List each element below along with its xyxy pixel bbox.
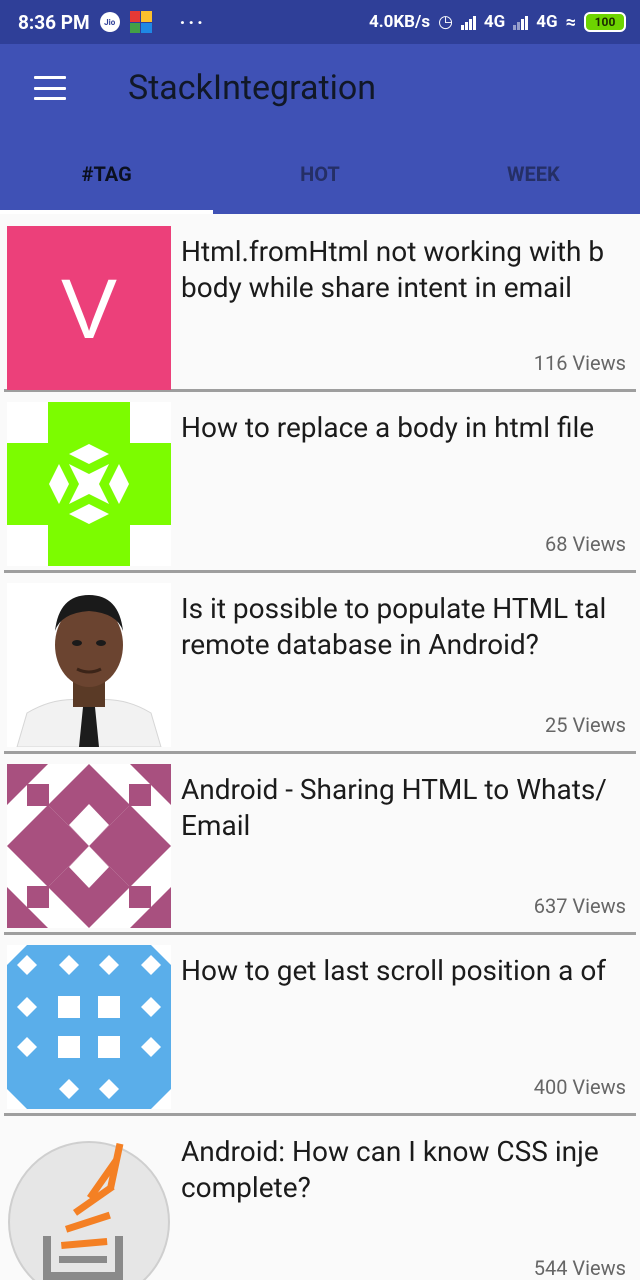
question-row[interactable]: V Html.fromHtml not working with b body …: [4, 214, 636, 392]
view-count: 25 Views: [545, 713, 626, 737]
tab-tag[interactable]: #TAG: [0, 152, 214, 214]
status-bar: 8:36 PM Jio ··· 4.0KB/s ◷ 4G 4G ≈ 100: [0, 0, 640, 44]
svg-text:V: V: [61, 262, 117, 356]
jio-icon: Jio: [99, 12, 120, 32]
battery-icon: 100: [584, 12, 626, 32]
app-notification-icon: [129, 11, 152, 33]
view-count: 116 Views: [533, 351, 626, 375]
alarm-icon: ◷: [438, 12, 453, 32]
network-speed: 4.0KB/s: [368, 12, 431, 32]
question-row[interactable]: Android: How can I know CSS inje complet…: [4, 1116, 636, 1280]
stackoverflow-logo-avatar: [7, 1126, 171, 1280]
app-title: StackIntegration: [128, 68, 377, 108]
identicon-purple-avatar: [7, 764, 171, 928]
question-title: Android: How can I know CSS inje complet…: [181, 1135, 599, 1204]
user-photo-avatar: [7, 583, 171, 747]
question-row[interactable]: How to replace a body in html file 68 Vi…: [4, 392, 636, 573]
question-row[interactable]: Android - Sharing HTML to Whats/ Email 6…: [4, 754, 636, 935]
question-row[interactable]: How to get last scroll position a of 400…: [4, 935, 636, 1116]
signal-1-icon: [460, 14, 476, 30]
question-title: Android - Sharing HTML to Whats/ Email: [181, 773, 607, 842]
tab-hot[interactable]: HOT: [213, 152, 426, 214]
question-title: How to get last scroll position a of: [181, 954, 607, 987]
question-title: How to replace a body in html file: [181, 411, 595, 444]
letter-v-avatar: V: [7, 226, 171, 390]
view-count: 544 Views: [533, 1256, 626, 1280]
identicon-blue-avatar: [7, 945, 171, 1109]
signal-2-icon: [513, 14, 529, 30]
question-title: Is it possible to populate HTML tal remo…: [181, 592, 607, 661]
network-type-2: 4G: [536, 12, 558, 32]
tab-bar: #TAG HOT WEEK: [0, 152, 640, 214]
view-count: 68 Views: [545, 532, 626, 556]
app-bar: StackIntegration #TAG HOT WEEK: [0, 44, 640, 214]
status-time: 8:36 PM: [18, 10, 90, 34]
question-row[interactable]: Is it possible to populate HTML tal remo…: [4, 573, 636, 754]
network-type-1: 4G: [483, 12, 506, 32]
view-count: 637 Views: [533, 894, 626, 918]
question-title: Html.fromHtml not working with b body wh…: [181, 235, 605, 304]
view-count: 400 Views: [533, 1075, 626, 1099]
identicon-green-avatar: [7, 402, 171, 566]
question-list: V Html.fromHtml not working with b body …: [0, 214, 640, 1280]
more-notifications-icon: ···: [179, 10, 206, 34]
hamburger-menu-icon[interactable]: [34, 76, 66, 100]
tab-week[interactable]: WEEK: [427, 152, 640, 214]
wifi-icon: ≈: [565, 11, 576, 33]
